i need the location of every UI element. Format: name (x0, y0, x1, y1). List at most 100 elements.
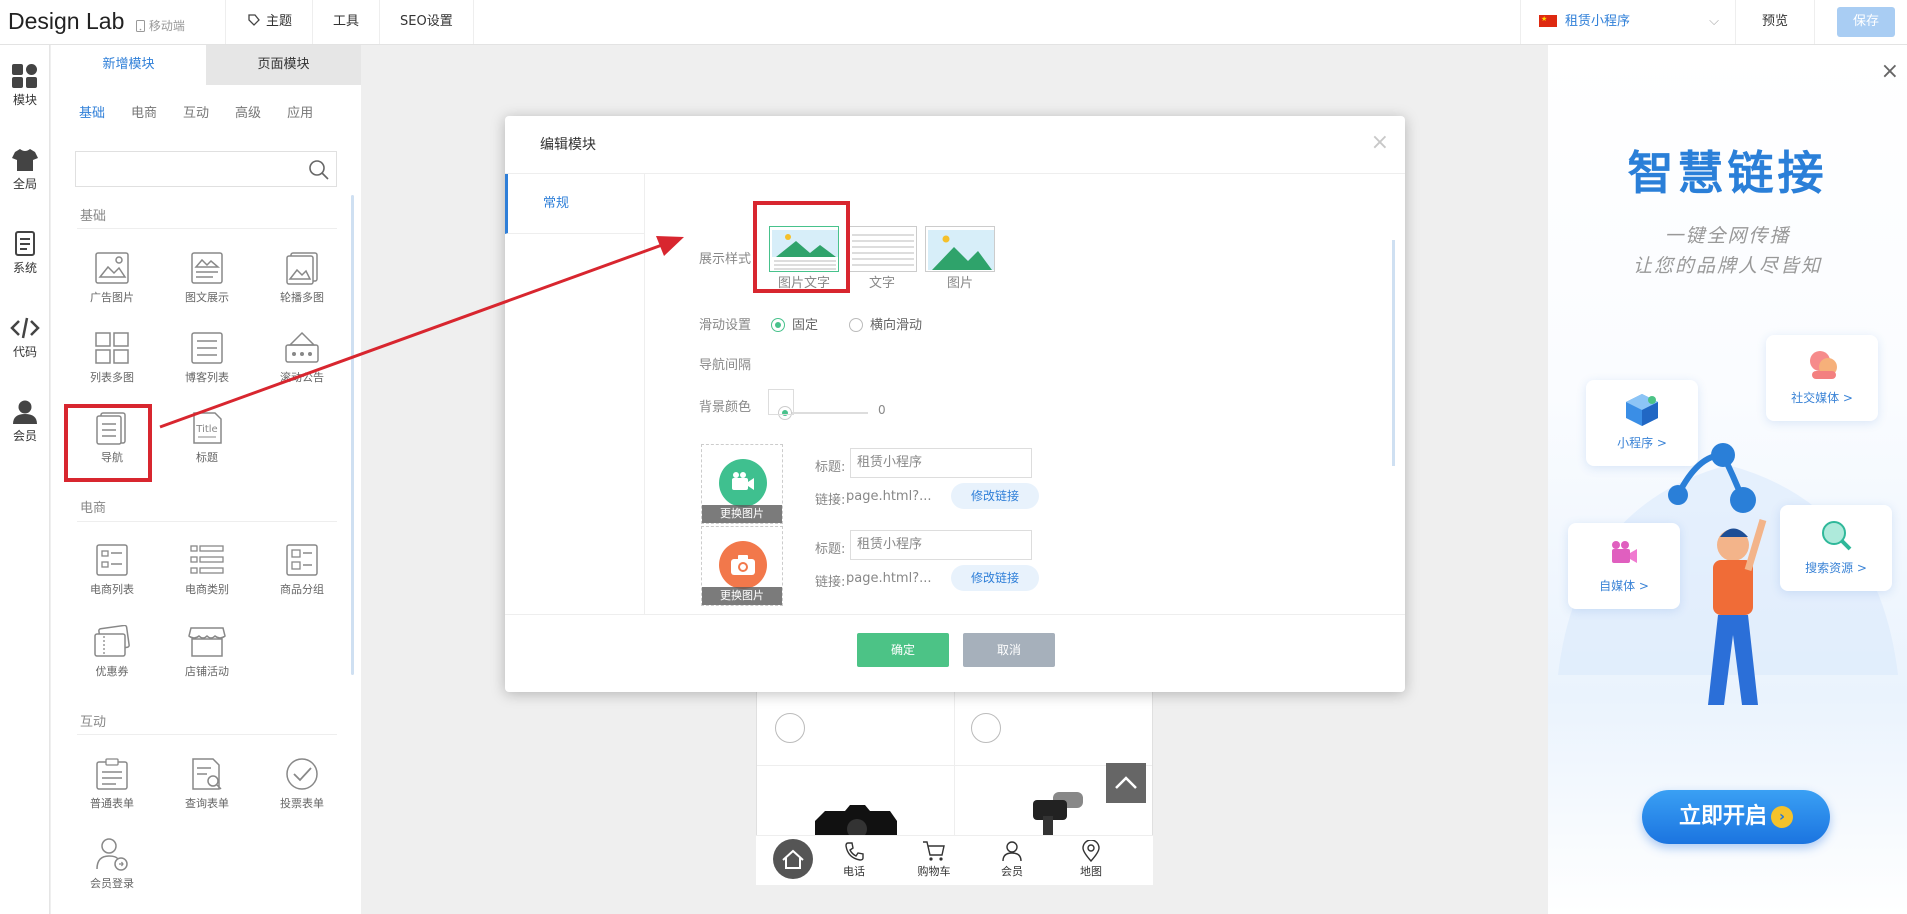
module-normal-form[interactable]: 普通表单 (67, 757, 157, 811)
module-blog-list[interactable]: 博客列表 (162, 331, 252, 385)
category-advanced[interactable]: 高级 (235, 102, 261, 121)
svg-text:Title: Title (195, 424, 217, 435)
mobile-mode-toggle[interactable]: 移动端 (136, 17, 185, 34)
rail-item-global[interactable]: 全局 (0, 147, 50, 192)
style-option-image[interactable]: 图片 (925, 226, 995, 291)
store-icon (188, 627, 226, 657)
module-label: 滚动公告 (280, 371, 324, 384)
phone-icon (845, 842, 864, 861)
change-image-button[interactable]: 更换图片 (702, 587, 782, 605)
tab-general[interactable]: 常规 (505, 174, 644, 234)
nav-link-value: page.html?... (846, 571, 932, 586)
nav-item-row: 更换图片 标题: 租赁小程序 链接: page.html?... 修改链接 (701, 526, 1261, 606)
promo-card-self-media[interactable]: 自媒体 > (1568, 523, 1680, 609)
product-group-icon (286, 544, 318, 576)
promo-start-button[interactable]: 立即开启 › (1642, 790, 1830, 844)
style-option-text[interactable]: 文字 (847, 226, 917, 291)
module-ecommerce-category[interactable]: 电商类别 (162, 543, 252, 597)
module-carousel[interactable]: 轮播多图 (257, 251, 347, 305)
tab-phone[interactable]: 电话 (824, 840, 884, 879)
dialog-sidebar: 常规 (505, 174, 645, 614)
rail-item-system[interactable]: 系统 (0, 231, 50, 276)
map-pin-icon (1082, 840, 1100, 862)
promo-card-label: 搜索资源 > (1805, 561, 1867, 575)
tab-add-module[interactable]: 新增模块 (51, 45, 206, 85)
app-logo[interactable]: Design Lab (8, 8, 124, 35)
search-icon[interactable] (308, 159, 330, 181)
change-image-button[interactable]: 更换图片 (702, 505, 782, 523)
tab-map[interactable]: 地图 (1061, 840, 1121, 879)
rail-item-member[interactable]: 会员 (0, 399, 50, 444)
radio-label: 固定 (792, 318, 819, 333)
radio-horizontal-scroll[interactable]: 横向滑动 (849, 314, 922, 333)
nav-theme[interactable]: 主题 (226, 0, 314, 44)
edit-link-button[interactable]: 修改链接 (951, 483, 1039, 509)
nav-title-input[interactable]: 租赁小程序 (850, 530, 1032, 560)
gimbal-product-image (1033, 792, 1083, 836)
module-member-login[interactable]: 会员登录 (67, 837, 157, 891)
edit-link-button[interactable]: 修改链接 (951, 565, 1039, 591)
module-title[interactable]: Title 标题 (162, 411, 252, 465)
module-ecommerce-list[interactable]: 电商列表 (67, 543, 157, 597)
video-camera-icon (732, 472, 754, 490)
tab-page-module[interactable]: 页面模块 (206, 45, 361, 85)
module-label: 查询表单 (185, 797, 229, 810)
radio-label: 横向滑动 (870, 318, 923, 333)
image-text-icon (191, 252, 223, 284)
module-scroll-notice[interactable]: 滚动公告 (257, 331, 347, 385)
cancel-button[interactable]: 取消 (963, 633, 1055, 667)
module-search-input[interactable] (75, 151, 337, 187)
nav-tools[interactable]: 工具 (313, 0, 381, 44)
module-list-images[interactable]: 列表多图 (67, 331, 157, 385)
module-label: 电商列表 (90, 583, 134, 596)
promo-card-search-resources[interactable]: 搜索资源 > (1780, 505, 1892, 591)
category-basic[interactable]: 基础 (79, 102, 105, 121)
tab-home[interactable] (773, 839, 813, 879)
category-interactive[interactable]: 互动 (183, 102, 209, 121)
coupon-icon (94, 625, 130, 657)
nav-item-image[interactable]: 更换图片 (701, 526, 783, 606)
close-icon[interactable]: × (1881, 59, 1899, 84)
tab-cart[interactable]: 购物车 (904, 840, 964, 879)
preview-button[interactable]: 预览 (1734, 0, 1815, 44)
panel-scrollbar[interactable] (351, 195, 354, 675)
tab-member[interactable]: 会员 (982, 840, 1042, 879)
rail-item-modules[interactable]: 模块 (0, 63, 50, 108)
bg-color-picker[interactable] (768, 389, 794, 415)
nav-item-image[interactable]: 更换图片 (701, 444, 783, 524)
blog-list-icon (191, 332, 223, 364)
module-label: 普通表单 (90, 797, 134, 810)
mini-program-select[interactable]: 租赁小程序 ⌵ (1519, 0, 1735, 44)
radio-fixed[interactable]: 固定 (771, 314, 818, 333)
module-store-activity[interactable]: 店铺活动 (162, 625, 252, 679)
promo-button-label: 立即开启 (1678, 804, 1767, 829)
back-to-top-button[interactable] (1106, 763, 1146, 803)
nav-item-row: 更换图片 标题: 租赁小程序 链接: page.html?... 修改链接 (701, 444, 1261, 524)
category-ecommerce[interactable]: 电商 (131, 102, 157, 121)
module-query-form[interactable]: 查询表单 (162, 757, 252, 811)
rail-item-code[interactable]: 代码 (0, 315, 50, 360)
tab-label: 电话 (843, 865, 865, 878)
module-ad-image[interactable]: 广告图片 (67, 251, 157, 305)
dialog-title: 编辑模块 (505, 116, 1405, 174)
nav-seo[interactable]: SEO设置 (380, 0, 474, 44)
category-apps[interactable]: 应用 (287, 102, 313, 121)
save-button[interactable]: 保存 (1837, 7, 1895, 37)
nav-link-value: page.html?... (846, 489, 932, 504)
confirm-button[interactable]: 确定 (857, 633, 949, 667)
module-label: 会员登录 (90, 877, 134, 890)
close-icon[interactable]: × (1371, 130, 1389, 155)
promo-card-social-media[interactable]: 社交媒体 > (1766, 335, 1878, 421)
module-label: 图文展示 (185, 291, 229, 304)
dialog-scrollbar[interactable] (1392, 240, 1395, 466)
notice-icon (285, 331, 319, 363)
promo-card-mini-program[interactable]: 小程序 > (1586, 380, 1698, 466)
module-image-text[interactable]: 图文展示 (162, 251, 252, 305)
module-coupon[interactable]: 优惠券 (67, 625, 157, 679)
module-product-group[interactable]: 商品分组 (257, 543, 347, 597)
image-thumb (925, 226, 995, 272)
module-vote-form[interactable]: 投票表单 (257, 757, 347, 811)
panel-tabs: 新增模块 页面模块 (51, 45, 361, 85)
display-style-label: 展示样式 (699, 252, 752, 267)
nav-title-input[interactable]: 租赁小程序 (850, 448, 1032, 478)
